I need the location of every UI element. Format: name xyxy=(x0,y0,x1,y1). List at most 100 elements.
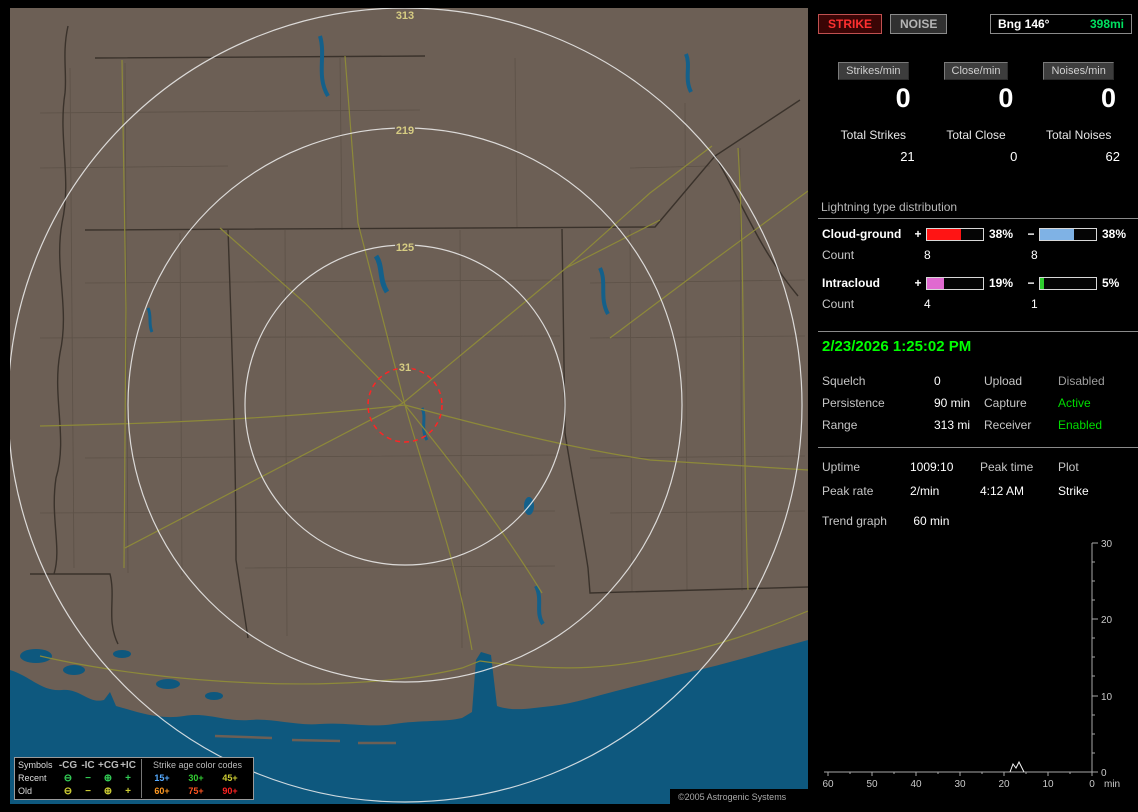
settings-grid: Squelch 0 Upload Disabled Persistence 90… xyxy=(822,374,1134,432)
capture-label: Capture xyxy=(984,396,1027,410)
noise-mode-button[interactable]: NOISE xyxy=(890,14,948,34)
map-legend: Symbols -CG -IC +CG +IC Strike age color… xyxy=(14,757,254,800)
close-per-min-counter: Close/min 0 xyxy=(925,62,1028,114)
ic-negative-pct: 5% xyxy=(1102,276,1120,290)
age-75: 75+ xyxy=(188,786,204,796)
ic-positive-count: 4 xyxy=(924,297,931,311)
y-tick-10: 10 xyxy=(1101,692,1113,703)
cg-positive-bar xyxy=(926,227,984,241)
x-unit-label: min xyxy=(1104,779,1120,790)
bearing-distance: 398mi xyxy=(1089,17,1124,31)
y-tick-30: 30 xyxy=(1101,539,1113,550)
close-per-min-value: 0 xyxy=(998,83,1014,113)
intracloud-row: Intracloud + 19% − 5% xyxy=(818,276,1138,290)
pos-cg-recent-icon: ⊕ xyxy=(103,773,113,784)
divider xyxy=(818,447,1138,448)
ring-label-31: 31 xyxy=(399,362,411,374)
mode-toolbar: STRIKE NOISE Bng 146° 398mi xyxy=(818,14,1132,34)
trend-graph-value: 60 min xyxy=(913,514,950,528)
ring-label-313: 313 xyxy=(396,10,414,22)
age-60: 60+ xyxy=(154,786,170,796)
bearing-label: Bng 146° xyxy=(998,17,1050,31)
cg-negative-count: 8 xyxy=(1031,248,1038,262)
lightning-distribution: Lightning type distribution Cloud-ground… xyxy=(818,200,1138,311)
legend-header-row: Symbols -CG -IC +CG +IC Strike age color… xyxy=(18,759,250,772)
intracloud-label: Intracloud xyxy=(822,276,881,290)
lightning-map[interactable]: 313 219 125 31 ©2005 Astrogenic Systems xyxy=(10,8,808,804)
peak-time-value: 4:12 AM xyxy=(980,484,1025,498)
x-tick-40: 40 xyxy=(910,779,922,790)
strikes-per-min-label: Strikes/min xyxy=(838,62,909,80)
total-strikes-value: 21 xyxy=(900,149,915,164)
age-30: 30+ xyxy=(188,773,204,783)
x-tick-20: 20 xyxy=(998,779,1010,790)
totals-row: Total Strikes 21 Total Close 0 Total Noi… xyxy=(822,128,1130,164)
legend-old-row: Old ⊖ − ⊕ + 60+ 75+ 90+ xyxy=(18,785,250,798)
total-strikes-label: Total Strikes xyxy=(840,128,907,142)
datetime-display: 2/23/2026 1:25:02 PM xyxy=(822,338,972,355)
status-panel: STRIKE NOISE Bng 146° 398mi Strikes/min … xyxy=(818,0,1138,812)
intracloud-count-row: Count 4 1 xyxy=(818,297,1138,311)
squelch-label: Squelch xyxy=(822,374,866,388)
strike-mode-button[interactable]: STRIKE xyxy=(818,14,883,34)
ic-positive-pct: 19% xyxy=(989,276,1014,290)
plus-sign: + xyxy=(914,227,922,241)
plot-label: Plot xyxy=(1058,460,1079,474)
squelch-value: 0 xyxy=(934,374,941,388)
trend-graph: 30 20 10 0 60 50 40 30 20 10 0 min xyxy=(822,539,1120,790)
ic-negative-count: 1 xyxy=(1031,297,1038,311)
neg-ic-old-icon: − xyxy=(85,786,91,797)
receiver-label: Receiver xyxy=(984,418,1032,432)
uptime-label: Uptime xyxy=(822,460,861,474)
age-45: 45+ xyxy=(222,773,238,783)
x-tick-0: 0 xyxy=(1089,779,1095,790)
noises-per-min-counter: Noises/min 0 xyxy=(1027,62,1130,114)
x-tick-60: 60 xyxy=(822,779,834,790)
legend-symbols-header: Symbols xyxy=(18,760,53,770)
ring-label-219: 219 xyxy=(396,125,414,137)
neg-cg-old-icon: ⊖ xyxy=(63,786,73,797)
ring-label-125: 125 xyxy=(396,242,414,254)
age-15: 15+ xyxy=(154,773,170,783)
total-noises: Total Noises 62 xyxy=(1027,128,1130,164)
legend-col-pos-cg: +CG xyxy=(98,760,119,771)
ic-positive-bar xyxy=(926,276,984,290)
upload-status: Disabled xyxy=(1058,374,1105,388)
stats-grid: Uptime 1009:10 Peak time Plot Peak rate … xyxy=(822,460,1134,498)
legend-old-label: Old xyxy=(18,786,33,796)
cg-positive-count: 8 xyxy=(924,248,931,262)
range-label: Range xyxy=(822,418,858,432)
total-close-value: 0 xyxy=(1010,149,1018,164)
cloud-ground-label: Cloud-ground xyxy=(822,227,902,241)
neg-cg-recent-icon: ⊖ xyxy=(63,773,73,784)
noises-per-min-value: 0 xyxy=(1100,83,1117,113)
total-close: Total Close 0 xyxy=(925,128,1028,164)
neg-ic-recent-icon: − xyxy=(85,773,91,784)
range-value: 313 mi xyxy=(934,418,971,432)
cloud-ground-count-row: Count 8 8 xyxy=(818,248,1138,262)
pos-cg-old-icon: ⊕ xyxy=(103,786,113,797)
cloud-ground-row: Cloud-ground + 38% − 38% xyxy=(818,227,1138,241)
peak-rate-label: Peak rate xyxy=(822,484,874,498)
x-tick-50: 50 xyxy=(866,779,878,790)
total-strikes: Total Strikes 21 xyxy=(822,128,925,164)
upload-label: Upload xyxy=(984,374,1023,388)
legend-age-header: Strike age color codes xyxy=(152,760,243,770)
legend-recent-row: Recent ⊖ − ⊕ + 15+ 30+ 45+ xyxy=(18,772,250,785)
total-noises-label: Total Noises xyxy=(1045,128,1112,142)
y-tick-0: 0 xyxy=(1101,768,1107,779)
cg-positive-pct: 38% xyxy=(989,227,1014,241)
noises-per-min-label: Noises/min xyxy=(1043,62,1114,80)
y-tick-20: 20 xyxy=(1101,615,1113,626)
divider xyxy=(818,331,1138,332)
plot-value: Strike xyxy=(1058,484,1089,498)
capture-status: Active xyxy=(1058,396,1091,410)
total-close-label: Total Close xyxy=(946,128,1006,142)
close-per-min-label: Close/min xyxy=(943,62,1009,80)
cg-negative-pct: 38% xyxy=(1102,227,1127,241)
age-90: 90+ xyxy=(222,786,238,796)
cg-negative-bar xyxy=(1039,227,1097,241)
total-noises-value: 62 xyxy=(1105,149,1121,164)
cg-count-label: Count xyxy=(822,248,855,262)
trend-graph-row: Trend graph 60 min xyxy=(822,514,949,528)
